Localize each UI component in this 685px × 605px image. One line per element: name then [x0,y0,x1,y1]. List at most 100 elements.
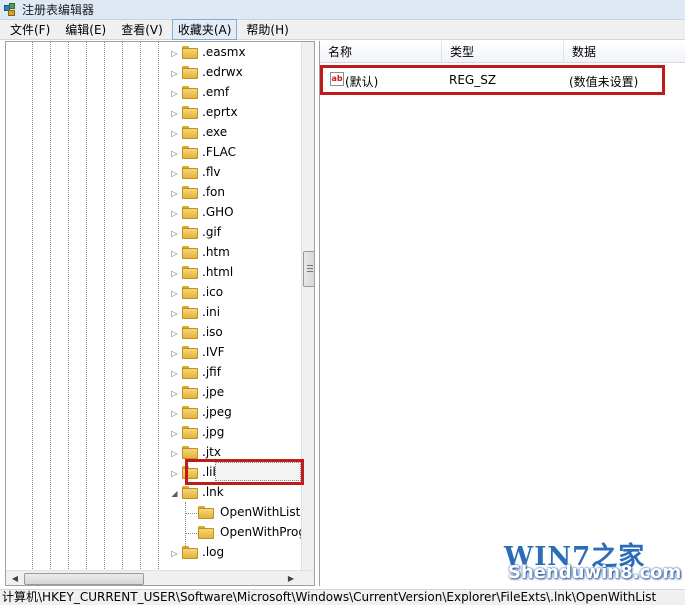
expand-arrow-icon[interactable]: ▷ [170,549,179,558]
expand-arrow-icon[interactable]: ▷ [170,149,179,158]
expand-arrow-icon[interactable]: ▷ [170,169,179,178]
tree-node-label: .fon [202,185,225,199]
tree-connector [185,502,186,548]
tree-node[interactable]: ▷ .iso [6,323,296,343]
folder-icon [182,266,198,279]
folder-icon [182,66,198,79]
expand-arrow-icon[interactable]: ▷ [170,89,179,98]
menu-view[interactable]: 查看(V) [115,19,169,40]
expand-arrow-icon[interactable]: ▷ [170,289,179,298]
menu-file[interactable]: 文件(F) [4,19,56,40]
collapse-arrow-icon[interactable]: ◢ [170,489,179,498]
tree-node[interactable]: ▷ .htm [6,243,296,263]
tree-vertical-scrollbar[interactable] [301,42,314,570]
folder-icon [182,166,198,179]
registry-key-tree[interactable]: ▷ .easmx ▷ .edrwx ▷ .emf ▷ .eprtx ▷ .exe ▷ .FLAC ▷ .f… [5,41,315,586]
highlight-box-openwithlist [185,459,304,485]
expand-arrow-icon[interactable]: ▷ [170,389,179,398]
column-header-data[interactable]: 数据 [564,41,685,63]
expand-arrow-icon[interactable]: ▷ [170,129,179,138]
expand-arrow-icon[interactable]: ▷ [170,449,179,458]
folder-icon [198,506,214,519]
tree-node[interactable]: OpenWithProgids [6,523,314,543]
status-bar-path: 计算机\HKEY_CURRENT_USER\Software\Microsoft… [0,589,685,605]
window-title: 注册表编辑器 [22,3,95,17]
tree-node[interactable]: ▷ .edrwx [6,63,296,83]
tree-node-label: OpenWithList [220,505,301,519]
folder-icon [182,246,198,259]
expand-arrow-icon[interactable]: ▷ [170,269,179,278]
folder-icon [182,366,198,379]
menu-favorites[interactable]: 收藏夹(A) [171,19,238,40]
tree-vertical-scroll-thumb[interactable] [303,251,314,287]
tree-node[interactable]: ▷ .log [6,543,296,563]
menu-help[interactable]: 帮助(H) [240,19,294,40]
tree-node[interactable]: ▷ .jfif [6,363,296,383]
tree-node[interactable]: ▷ .jpg [6,423,296,443]
folder-icon [182,386,198,399]
tree-node[interactable]: ▷ .flv [6,163,296,183]
expand-arrow-icon[interactable]: ▷ [170,369,179,378]
tree-node-label: .easmx [202,45,246,59]
expand-arrow-icon[interactable]: ▷ [170,49,179,58]
tree-node-label: .iso [202,325,223,339]
tree-node[interactable]: ▷ .ini [6,303,296,323]
expand-arrow-icon[interactable]: ▷ [170,309,179,318]
tree-node-label: .jpe [202,385,225,399]
expand-arrow-icon[interactable]: ▷ [170,329,179,338]
expand-arrow-icon[interactable]: ▷ [170,249,179,258]
tree-node[interactable]: ▷ .GHO [6,203,296,223]
expand-arrow-icon[interactable]: ▷ [170,189,179,198]
tree-horizontal-scrollbar[interactable]: ◀ ▶ [6,570,314,585]
tree-node[interactable]: ▷ .jpeg [6,403,296,423]
expand-arrow-icon[interactable]: ▷ [170,69,179,78]
expand-arrow-icon[interactable]: ▷ [170,429,179,438]
tree-node[interactable]: ▷ .eprtx [6,103,296,123]
tree-node-label: .exe [202,125,228,139]
folder-icon [182,306,198,319]
expand-arrow-icon[interactable]: ▷ [170,229,179,238]
folder-icon [182,46,198,59]
tree-node[interactable]: ▷ .gif [6,223,296,243]
tree-node-label: .jpeg [202,405,232,419]
folder-icon [182,146,198,159]
registry-values-list[interactable]: 名称 类型 数据 ab (默认) REG_SZ (数值未设置) [319,41,685,586]
value-row-default[interactable]: ab (默认) REG_SZ (数值未设置) [320,65,665,95]
tree-node-label: .jpg [202,425,225,439]
expand-arrow-icon[interactable]: ▷ [170,209,179,218]
tree-node[interactable]: ▷ .exe [6,123,296,143]
value-name: (默认) [345,75,379,89]
tree-node[interactable]: OpenWithList [6,503,300,523]
tree-node[interactable]: ▷ .fon [6,183,296,203]
folder-icon [182,106,198,119]
folder-icon [182,86,198,99]
tree-node-label: .FLAC [202,145,237,159]
tree-node[interactable]: ▷ .jpe [6,383,296,403]
tree-connector [185,533,197,534]
expand-arrow-icon[interactable]: ▷ [170,469,179,478]
tree-node-label: .flv [202,165,221,179]
tree-node[interactable]: ▷ .emf [6,83,296,103]
tree-horizontal-scroll-thumb[interactable] [24,573,144,585]
expand-arrow-icon[interactable]: ▷ [170,109,179,118]
scroll-left-arrow-icon[interactable]: ◀ [8,572,22,585]
tree-node[interactable]: ▷ .easmx [6,43,296,63]
folder-icon [182,226,198,239]
menu-edit[interactable]: 编辑(E) [59,19,112,40]
tree-node-label: .log [202,545,225,559]
folder-icon [182,326,198,339]
folder-icon [182,486,198,499]
tree-node[interactable]: ◢ .lnk [6,483,296,503]
expand-arrow-icon[interactable]: ▷ [170,349,179,358]
tree-node[interactable]: ▷ .ico [6,283,296,303]
tree-node-label: .GHO [202,205,234,219]
tree-node[interactable]: ▷ .IVF [6,343,296,363]
tree-node[interactable]: ▷ .html [6,263,296,283]
column-header-type[interactable]: 类型 [442,41,564,63]
tree-node[interactable]: ▷ .FLAC [6,143,296,163]
expand-arrow-icon[interactable]: ▷ [170,409,179,418]
folder-icon [182,346,198,359]
column-header-name[interactable]: 名称 [320,41,442,63]
scroll-right-arrow-icon[interactable]: ▶ [284,572,298,585]
folder-icon [182,206,198,219]
